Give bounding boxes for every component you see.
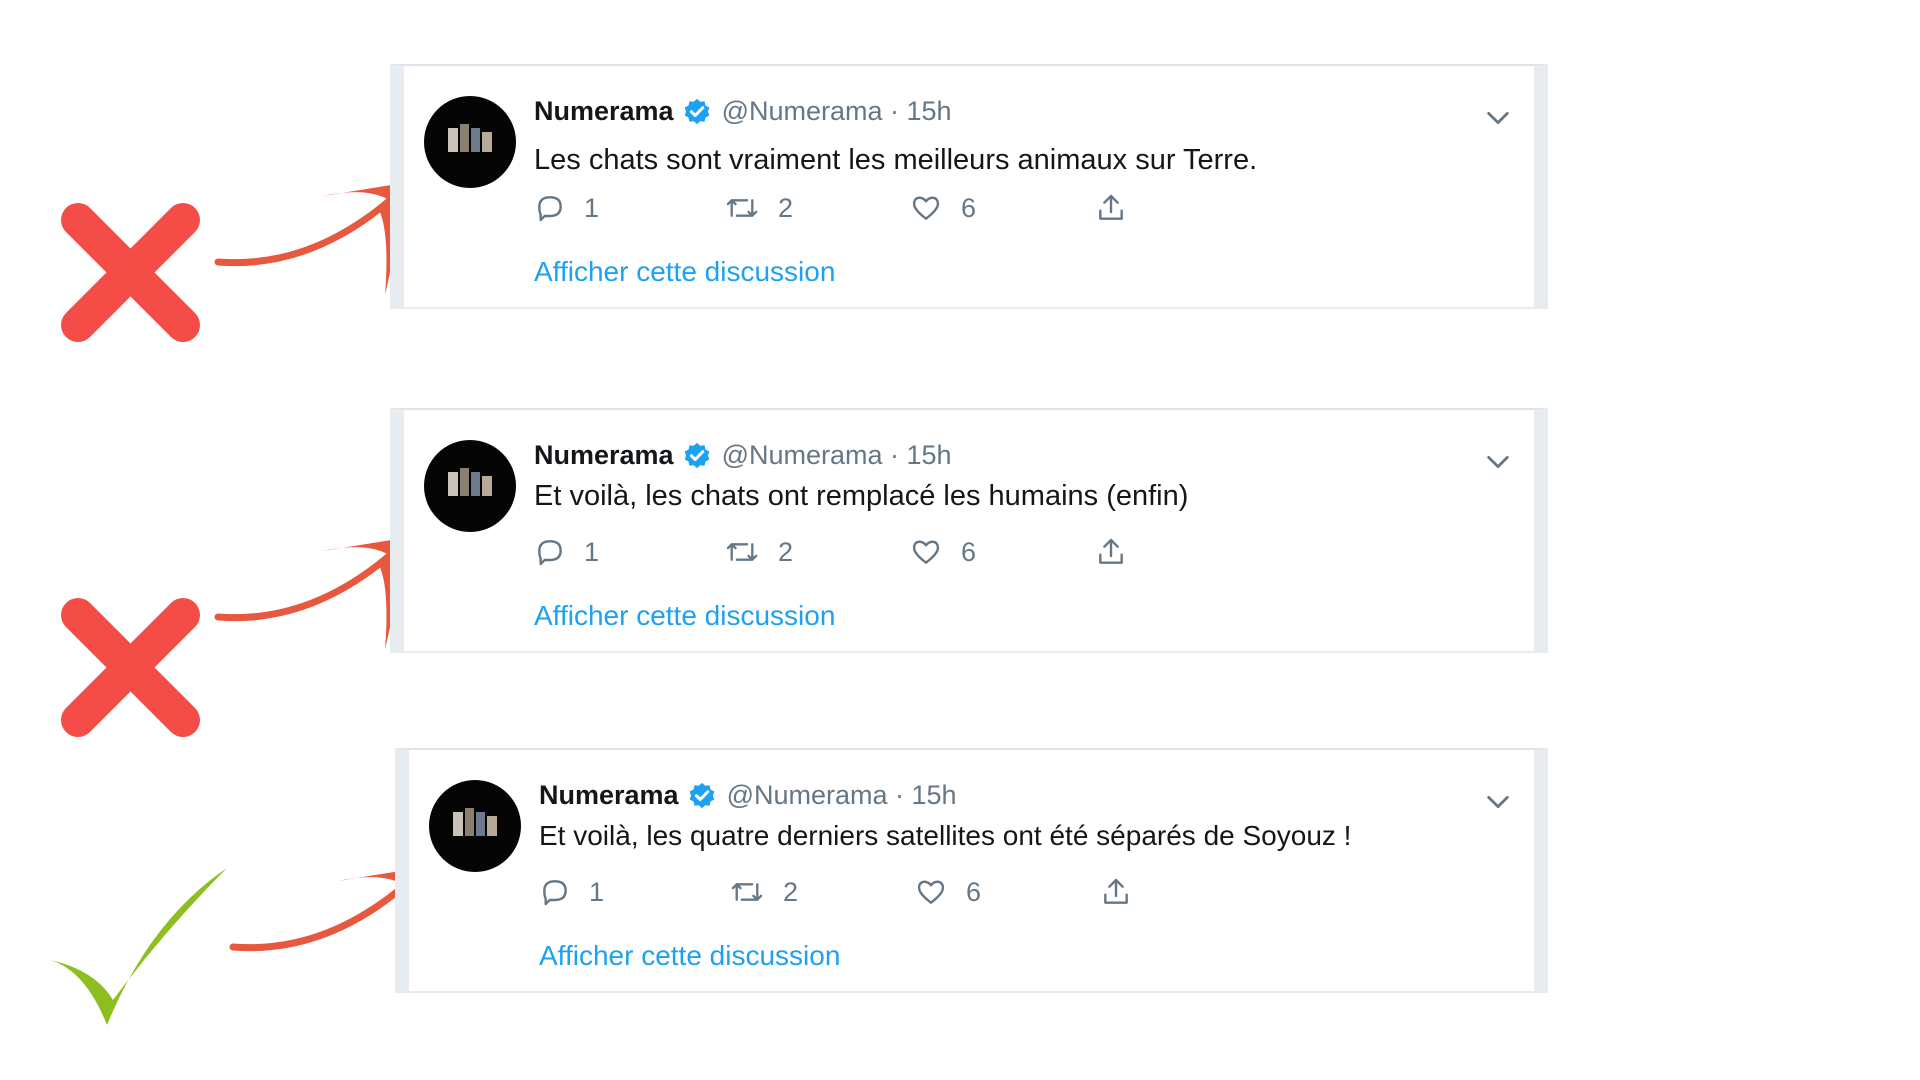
like-icon [912, 196, 940, 220]
tweet-time[interactable]: · 15h [890, 96, 952, 127]
show-thread-link[interactable]: Afficher cette discussion [534, 256, 835, 288]
tweet-header: Numerama @Numerama · 15h [534, 440, 952, 471]
retweet-count: 2 [778, 192, 794, 223]
reply-button[interactable]: 1 [534, 536, 599, 568]
share-button[interactable] [1094, 192, 1146, 224]
author-name[interactable]: Numerama [534, 96, 674, 127]
share-icon [1099, 194, 1123, 220]
share-button[interactable] [1099, 876, 1151, 908]
reply-button[interactable]: 1 [534, 192, 599, 224]
show-thread-link[interactable]: Afficher cette discussion [539, 940, 840, 972]
retweet-button[interactable]: 2 [724, 192, 793, 224]
numerama-logo-icon [448, 468, 492, 496]
like-button[interactable]: 6 [909, 192, 976, 224]
like-count: 6 [961, 192, 977, 223]
show-thread-link[interactable]: Afficher cette discussion [534, 600, 835, 632]
cross-icon [61, 203, 200, 342]
tweet-header: Numerama @Numerama · 15h [539, 780, 957, 811]
author-handle[interactable]: @Numerama [722, 96, 883, 127]
retweet-button[interactable]: 2 [729, 876, 798, 908]
reply-count: 1 [584, 192, 600, 223]
numerama-logo-icon [453, 808, 497, 836]
share-icon [1104, 878, 1128, 904]
like-icon [912, 540, 940, 564]
tweet-time[interactable]: · 15h [895, 780, 957, 811]
avatar[interactable] [424, 96, 516, 188]
like-button[interactable]: 6 [909, 536, 976, 568]
retweet-icon [731, 883, 763, 901]
verified-badge-icon [684, 442, 709, 468]
tweet-text: Les chats sont vraiment les meilleurs an… [534, 144, 1258, 176]
numerama-logo-icon [448, 124, 492, 152]
author-name[interactable]: Numerama [534, 440, 674, 471]
avatar[interactable] [429, 780, 521, 872]
chevron-down-icon[interactable] [1484, 788, 1512, 816]
retweet-icon [726, 543, 758, 561]
retweet-icon [726, 199, 758, 217]
reply-icon [543, 880, 567, 906]
share-button[interactable] [1094, 536, 1146, 568]
tweet-header: Numerama @Numerama · 15h [534, 96, 952, 127]
retweet-count: 2 [783, 876, 799, 907]
reply-button[interactable]: 1 [539, 876, 604, 908]
tweet-text: Et voilà, les chats ont remplacé les hum… [534, 480, 1189, 512]
like-count: 6 [966, 876, 982, 907]
like-icon [917, 880, 945, 904]
reply-icon [538, 540, 562, 566]
tweet-card[interactable]: Numerama @Numerama · 15h Les chats sont … [390, 64, 1548, 309]
chevron-down-icon[interactable] [1484, 104, 1512, 132]
verified-badge-icon [689, 782, 714, 808]
reply-icon [538, 196, 562, 222]
tweet-time[interactable]: · 15h [890, 440, 952, 471]
author-handle[interactable]: @Numerama [727, 780, 888, 811]
retweet-count: 2 [778, 536, 794, 567]
reply-count: 1 [589, 876, 605, 907]
retweet-button[interactable]: 2 [724, 536, 793, 568]
check-icon [50, 868, 227, 1025]
tweet-card[interactable]: Numerama @Numerama · 15h Et voilà, les q… [395, 748, 1548, 993]
share-icon [1099, 538, 1123, 564]
author-name[interactable]: Numerama [539, 780, 679, 811]
verified-badge-icon [684, 98, 709, 124]
chevron-down-icon[interactable] [1484, 448, 1512, 476]
author-handle[interactable]: @Numerama [722, 440, 883, 471]
tweet-text: Et voilà, les quatre derniers satellites… [539, 820, 1352, 851]
avatar[interactable] [424, 440, 516, 532]
tweet-card[interactable]: Numerama @Numerama · 15h Et voilà, les c… [390, 408, 1548, 653]
cross-icon [61, 598, 200, 737]
reply-count: 1 [584, 536, 600, 567]
like-count: 6 [961, 536, 977, 567]
like-button[interactable]: 6 [914, 876, 981, 908]
